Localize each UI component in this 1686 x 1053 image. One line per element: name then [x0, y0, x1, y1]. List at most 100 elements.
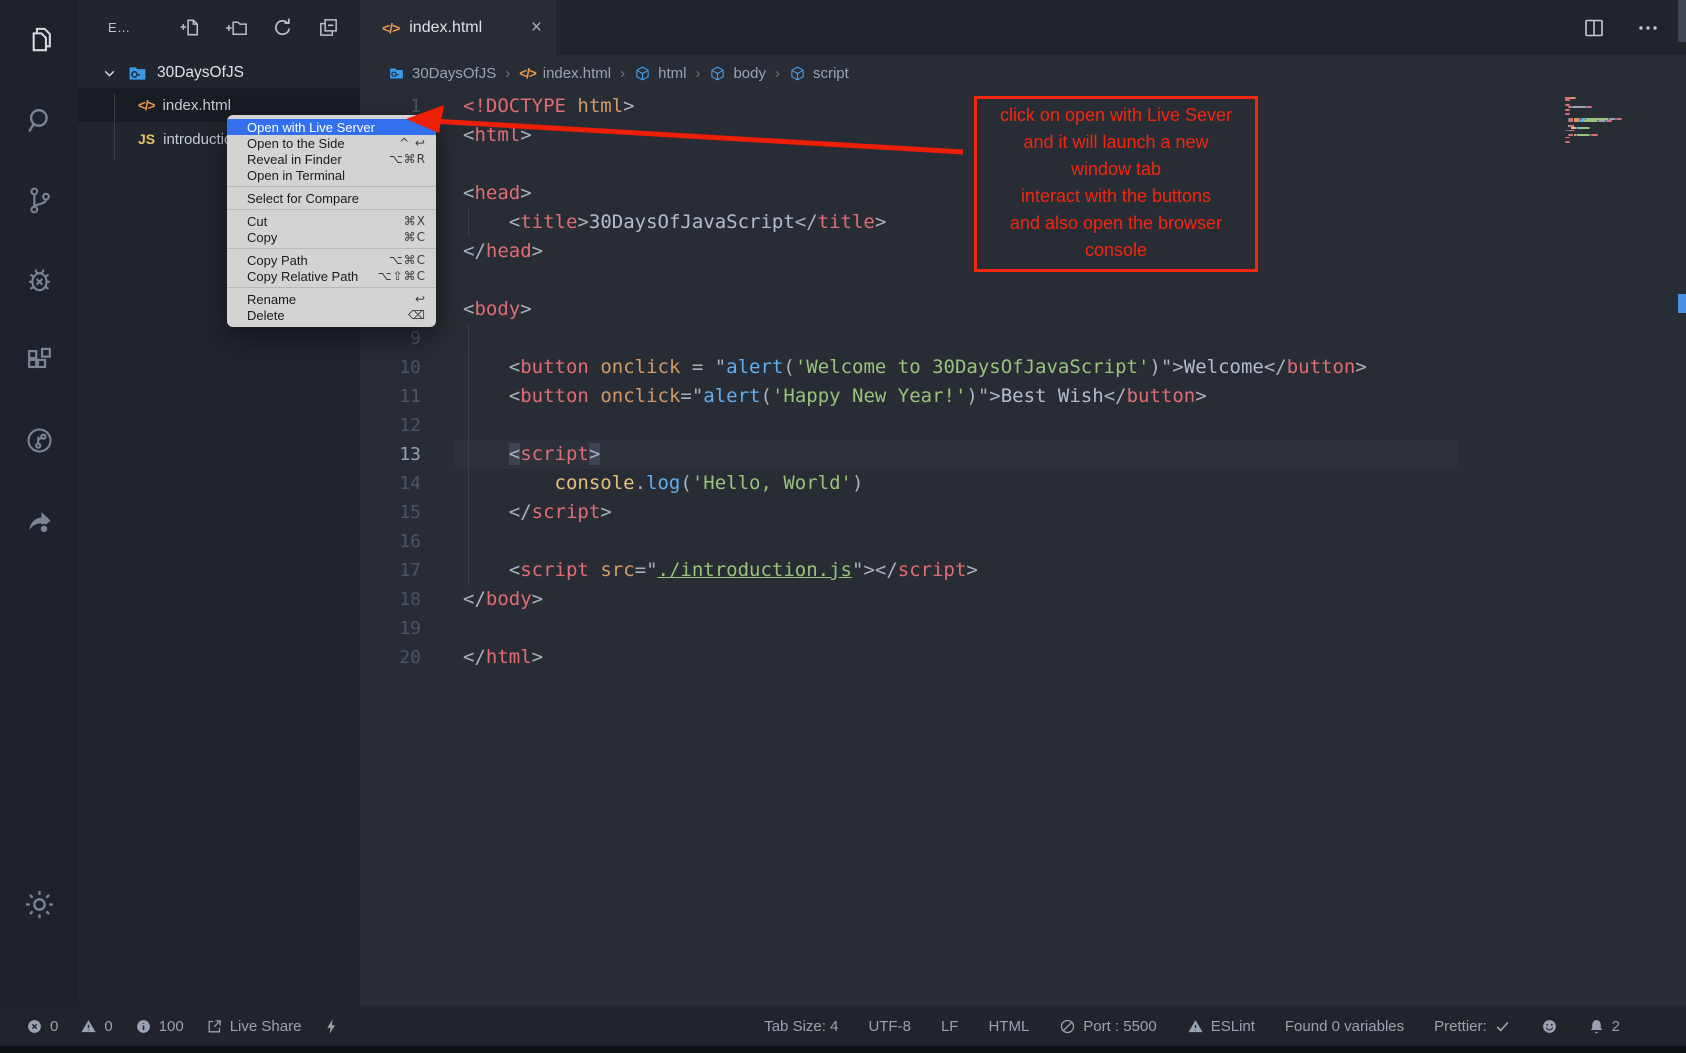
line-number: 10 — [360, 353, 421, 382]
activity-item-settings[interactable] — [0, 864, 78, 944]
activity-item-extensions[interactable] — [0, 320, 78, 400]
menu-divider — [227, 248, 436, 249]
split-editor-icon[interactable] — [1582, 16, 1606, 40]
status-100[interactable]: 100 — [135, 1018, 184, 1035]
breadcrumb-label: body — [733, 65, 766, 82]
status-prettier[interactable]: Prettier: — [1434, 1018, 1511, 1035]
menu-divider — [227, 209, 436, 210]
status-label: 2 — [1612, 1018, 1620, 1035]
annotation-box: click on open with Live Sever and it wil… — [974, 96, 1258, 272]
status-utf-8[interactable]: UTF-8 — [868, 1018, 911, 1035]
search-icon — [24, 105, 55, 136]
tab-index-html[interactable]: </> index.html × — [360, 0, 556, 55]
annotation-line: and it will launch a new — [977, 129, 1255, 156]
activity-bar — [0, 0, 78, 1006]
html-file-icon: </> — [519, 66, 536, 81]
menu-item-cut[interactable]: Cut⌘X — [227, 213, 436, 229]
status-html[interactable]: HTML — [988, 1018, 1029, 1035]
status-live-share[interactable]: Live Share — [206, 1018, 302, 1035]
new-folder-icon[interactable] — [225, 16, 248, 39]
status-port-5500[interactable]: Port : 5500 — [1059, 1018, 1156, 1035]
breadcrumb-script[interactable]: script — [789, 65, 849, 82]
code-line: <script> — [463, 440, 600, 469]
status-label: Live Share — [230, 1018, 302, 1035]
menu-item-open-in-terminal[interactable]: Open in Terminal — [227, 167, 436, 183]
annotation-line: and also open the browser — [977, 210, 1255, 237]
menu-item-copy[interactable]: Copy⌘C — [227, 229, 436, 245]
menu-item-open-with-live-server[interactable]: Open with Live Server — [227, 119, 436, 135]
menu-item-label: Copy Relative Path — [247, 269, 358, 284]
status-label: HTML — [988, 1018, 1029, 1035]
breadcrumb: 30DaysOfJS›</>index.html›html›body›scrip… — [360, 55, 1686, 92]
menu-item-copy-path[interactable]: Copy Path ⌥⌘C — [227, 252, 436, 268]
menu-item-label: Cut — [247, 214, 267, 229]
check-icon — [1494, 1018, 1511, 1035]
file-label: index.html — [163, 97, 231, 114]
menu-item-copy-relative-path[interactable]: Copy Relative Path⌥⇧⌘C — [227, 268, 436, 284]
breadcrumb-30daysofjs[interactable]: 30DaysOfJS — [388, 65, 496, 82]
code-line: <!DOCTYPE html> — [463, 92, 635, 121]
status-0[interactable]: 0 — [80, 1018, 112, 1035]
new-file-icon[interactable] — [179, 16, 202, 39]
code-line: console.log('Hello, World') — [463, 469, 863, 498]
cube-icon — [709, 65, 726, 82]
activity-item-timeline[interactable] — [0, 400, 78, 480]
status-2[interactable]: 2 — [1588, 1018, 1620, 1035]
cube-icon — [789, 65, 806, 82]
menu-item-delete[interactable]: Delete ⌫ — [227, 307, 436, 323]
breadcrumb-separator: › — [620, 65, 625, 82]
status-left: 0 0 100 Live Share — [26, 1018, 340, 1035]
status-smiley[interactable] — [1541, 1018, 1558, 1035]
breadcrumb-label: html — [658, 65, 686, 82]
menu-item-shortcut: ⌥⌘C — [389, 253, 426, 267]
menu-item-reveal-in-finder[interactable]: Reveal in Finder⌥⌘R — [227, 151, 436, 167]
breadcrumb-body[interactable]: body — [709, 65, 766, 82]
status-right: Tab Size: 4 UTF-8 LF HTML Port : 5500 ESLint F… — [764, 1018, 1620, 1035]
menu-item-label: Copy Path — [247, 253, 308, 268]
activity-item-live-share[interactable] — [0, 480, 78, 560]
close-icon[interactable]: × — [531, 17, 542, 39]
status-lightning[interactable] — [323, 1018, 340, 1035]
activity-item-explorer[interactable] — [0, 0, 78, 80]
activity-item-search[interactable] — [0, 80, 78, 160]
menu-item-label: Delete — [247, 308, 285, 323]
html-file-icon: </> — [138, 98, 155, 113]
folder-label: 30DaysOfJS — [157, 64, 244, 82]
breadcrumb-index-html[interactable]: </>index.html — [519, 65, 611, 82]
status-tab-size-4[interactable]: Tab Size: 4 — [764, 1018, 838, 1035]
window-edge — [0, 1046, 1686, 1053]
line-number: 20 — [360, 643, 421, 672]
scrollbar-thumb[interactable] — [1678, 0, 1686, 42]
menu-item-rename[interactable]: Rename↩ — [227, 291, 436, 307]
breadcrumb-html[interactable]: html — [634, 65, 686, 82]
menu-item-shortcut: ⌥⌘R — [389, 152, 426, 166]
status-eslint[interactable]: ESLint — [1187, 1018, 1255, 1035]
menu-item-select-for-compare[interactable]: Select for Compare — [227, 190, 436, 206]
minimap[interactable] — [1565, 97, 1653, 144]
activity-item-run-debug[interactable] — [0, 240, 78, 320]
status-lf[interactable]: LF — [941, 1018, 959, 1035]
menu-item-open-to-the-side[interactable]: Open to the Side^ ↩ — [227, 135, 436, 151]
status-label: Found 0 variables — [1285, 1018, 1404, 1035]
menu-divider — [227, 186, 436, 187]
status-found-0-variables[interactable]: Found 0 variables — [1285, 1018, 1404, 1035]
collapse-all-icon[interactable] — [317, 16, 340, 39]
breadcrumb-label: 30DaysOfJS — [412, 65, 496, 82]
error-circle-icon — [26, 1018, 43, 1035]
indent-guide — [468, 324, 469, 585]
status-label: Tab Size: 4 — [764, 1018, 838, 1035]
menu-item-shortcut: ⌫ — [408, 308, 426, 322]
breadcrumb-separator: › — [505, 65, 510, 82]
status-0[interactable]: 0 — [26, 1018, 58, 1035]
refresh-icon[interactable] — [271, 16, 294, 39]
folder-row-30daysofjs[interactable]: 30DaysOfJS — [78, 58, 360, 88]
line-number: 11 — [360, 382, 421, 411]
activity-item-source-control[interactable] — [0, 160, 78, 240]
menu-item-label: Copy — [247, 230, 277, 245]
html-file-icon: </> — [382, 20, 399, 36]
explorer-header-bar: E… — [78, 0, 360, 55]
menu-item-label: Select for Compare — [247, 191, 359, 206]
menu-divider — [227, 287, 436, 288]
more-icon[interactable] — [1636, 16, 1660, 40]
code-line: </body> — [463, 585, 543, 614]
